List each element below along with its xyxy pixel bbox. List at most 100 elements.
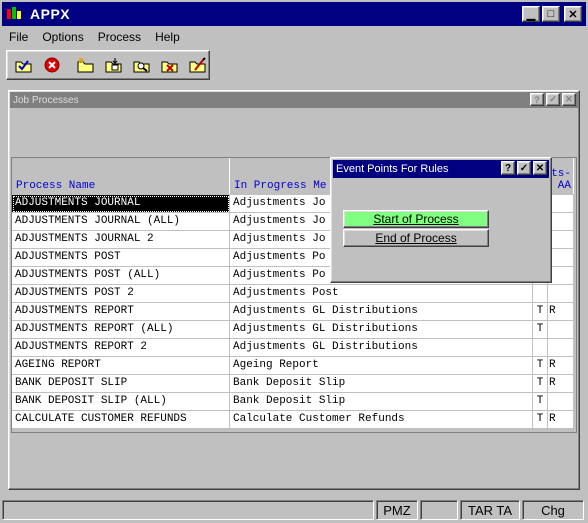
delete-folder-icon xyxy=(161,61,178,73)
extra-cell[interactable]: R xyxy=(548,357,574,375)
flag-cell[interactable]: T xyxy=(533,411,548,429)
job-close-button[interactable]: ✕ xyxy=(562,93,576,106)
process-name-cell[interactable]: ADJUSTMENTS REPORT xyxy=(12,303,230,321)
table-row[interactable]: BANK DEPOSIT SLIP (ALL) Bank Deposit Slip… xyxy=(12,393,578,411)
close-icon: ✕ xyxy=(568,8,578,21)
job-help-button[interactable]: ? xyxy=(530,93,544,106)
flag-cell[interactable] xyxy=(533,339,548,357)
status-pane-blank xyxy=(420,500,458,520)
status-pane-mode: Chg xyxy=(522,500,584,520)
new-button[interactable] xyxy=(75,54,97,76)
menu-file[interactable]: File xyxy=(2,30,35,44)
event-close-button[interactable]: ✕ xyxy=(533,161,547,175)
close-icon: ✕ xyxy=(565,94,573,104)
event-ok-button[interactable]: ✓ xyxy=(517,161,531,175)
maximize-button[interactable]: □ xyxy=(542,6,560,22)
job-processes-title-bar: Job Processes ? ✓ ✕ xyxy=(10,92,578,108)
extra-cell[interactable]: R xyxy=(548,375,574,393)
process-name-cell[interactable]: ADJUSTMENTS REPORT 2 xyxy=(12,339,230,357)
extra-cell[interactable] xyxy=(548,285,574,303)
in-progress-cell[interactable]: Calculate Customer Refunds xyxy=(230,411,533,429)
table-row[interactable]: ADJUSTMENTS REPORT Adjustments GL Distrib… xyxy=(12,303,578,321)
table-row[interactable]: ADJUSTMENTS REPORT (ALL) Adjustments GL D… xyxy=(12,321,578,339)
extra-cell[interactable] xyxy=(548,339,574,357)
start-of-process-button[interactable]: Start of Process xyxy=(343,210,489,228)
table-row[interactable]: CALCULATE CUSTOMER REFUNDS Calculate Cust… xyxy=(12,411,578,429)
flag-cell[interactable]: T xyxy=(533,303,548,321)
new-folder-icon xyxy=(77,58,94,73)
in-progress-cell[interactable]: Bank Deposit Slip xyxy=(230,393,533,411)
in-progress-cell[interactable]: Adjustments GL Distributions xyxy=(230,339,533,357)
table-row[interactable]: ADJUSTMENTS POST 2 Adjustments Post xyxy=(12,285,578,303)
column-header-process-name[interactable]: Process Name xyxy=(12,158,230,194)
process-name-cell[interactable]: ADJUSTMENTS JOURNAL (ALL) xyxy=(12,213,230,231)
search-folder-icon xyxy=(133,61,150,73)
menu-process[interactable]: Process xyxy=(91,30,148,44)
process-name-cell[interactable]: CALCULATE CUSTOMER REFUNDS xyxy=(12,411,230,429)
process-name-cell[interactable]: ADJUSTMENTS POST xyxy=(12,249,230,267)
edit-button[interactable] xyxy=(187,54,209,76)
in-progress-cell[interactable]: Adjustments GL Distributions xyxy=(230,321,533,339)
process-name-cell[interactable]: ADJUSTMENTS REPORT (ALL) xyxy=(12,321,230,339)
status-pane-message xyxy=(2,500,374,520)
menu-help[interactable]: Help xyxy=(148,30,187,44)
process-name-cell[interactable]: ADJUSTMENTS POST 2 xyxy=(12,285,230,303)
table-row[interactable]: BANK DEPOSIT SLIP Bank Deposit Slip T R xyxy=(12,375,578,393)
menu-bar: File Options Process Help xyxy=(2,27,187,47)
status-pane-company: PMZ xyxy=(376,500,418,520)
extra-cell[interactable]: R xyxy=(548,411,574,429)
table-row[interactable]: ADJUSTMENTS REPORT 2 Adjustments GL Distr… xyxy=(12,339,578,357)
process-name-cell[interactable]: BANK DEPOSIT SLIP xyxy=(12,375,230,393)
check-icon: ✓ xyxy=(549,94,557,104)
extra-cell[interactable]: R xyxy=(548,303,574,321)
open-folder-icon xyxy=(105,58,122,73)
help-icon: ? xyxy=(534,94,540,105)
event-points-title: Event Points For Rules xyxy=(336,163,449,175)
flag-cell[interactable]: T xyxy=(533,357,548,375)
in-progress-cell[interactable]: Ageing Report xyxy=(230,357,533,375)
check-icon: ✓ xyxy=(519,162,529,174)
cancel-icon xyxy=(44,57,60,73)
process-name-cell[interactable]: ADJUSTMENTS JOURNAL 2 xyxy=(12,231,230,249)
delete-button[interactable] xyxy=(159,54,181,76)
event-help-button[interactable]: ? xyxy=(501,161,515,175)
toolbar xyxy=(6,50,210,80)
flag-cell[interactable] xyxy=(533,285,548,303)
flag-cell[interactable]: T xyxy=(533,375,548,393)
help-icon: ? xyxy=(504,162,512,174)
in-progress-cell[interactable]: Bank Deposit Slip xyxy=(230,375,533,393)
ok-button[interactable] xyxy=(13,54,35,76)
job-ok-button[interactable]: ✓ xyxy=(546,93,560,106)
maximize-icon: □ xyxy=(547,8,555,20)
end-of-process-button[interactable]: End of Process xyxy=(343,229,489,247)
process-name-cell[interactable]: BANK DEPOSIT SLIP (ALL) xyxy=(12,393,230,411)
job-processes-window: Job Processes ? ✓ ✕ Process Name In Prog… xyxy=(8,90,580,490)
app-title-bar: APPX ▁ □ ✕ xyxy=(2,2,586,26)
in-progress-cell[interactable]: Adjustments Post xyxy=(230,285,533,303)
edit-folder-icon xyxy=(189,57,206,73)
open-button[interactable] xyxy=(103,54,125,76)
job-processes-title: Job Processes xyxy=(13,94,79,106)
in-progress-cell[interactable]: Adjustments GL Distributions xyxy=(230,303,533,321)
search-button[interactable] xyxy=(131,54,153,76)
process-name-cell[interactable]: ADJUSTMENTS POST (ALL) xyxy=(12,267,230,285)
process-name-cell[interactable]: ADJUSTMENTS JOURNAL xyxy=(12,195,230,213)
status-bar: PMZ TAR TA Chg xyxy=(2,500,586,521)
menu-options[interactable]: Options xyxy=(35,30,90,44)
extra-cell[interactable] xyxy=(548,393,574,411)
minimize-button[interactable]: ▁ xyxy=(522,6,540,22)
cancel-button[interactable] xyxy=(41,54,63,76)
process-name-cell[interactable]: AGEING REPORT xyxy=(12,357,230,375)
appx-logo-icon xyxy=(6,5,24,23)
check-folder-icon xyxy=(15,60,32,73)
table-row[interactable]: AGEING REPORT Ageing Report T R xyxy=(12,357,578,375)
event-points-title-bar: Event Points For Rules ? ✓ ✕ xyxy=(333,160,549,178)
flag-cell[interactable]: T xyxy=(533,393,548,411)
extra-cell[interactable] xyxy=(548,321,574,339)
flag-cell[interactable]: T xyxy=(533,321,548,339)
close-button[interactable]: ✕ xyxy=(564,6,582,22)
close-icon: ✕ xyxy=(535,162,545,174)
minimize-icon: ▁ xyxy=(526,8,536,21)
event-points-dialog: Event Points For Rules ? ✓ ✕ Start of Pr… xyxy=(330,157,552,283)
status-pane-application: TAR TA xyxy=(460,500,520,520)
